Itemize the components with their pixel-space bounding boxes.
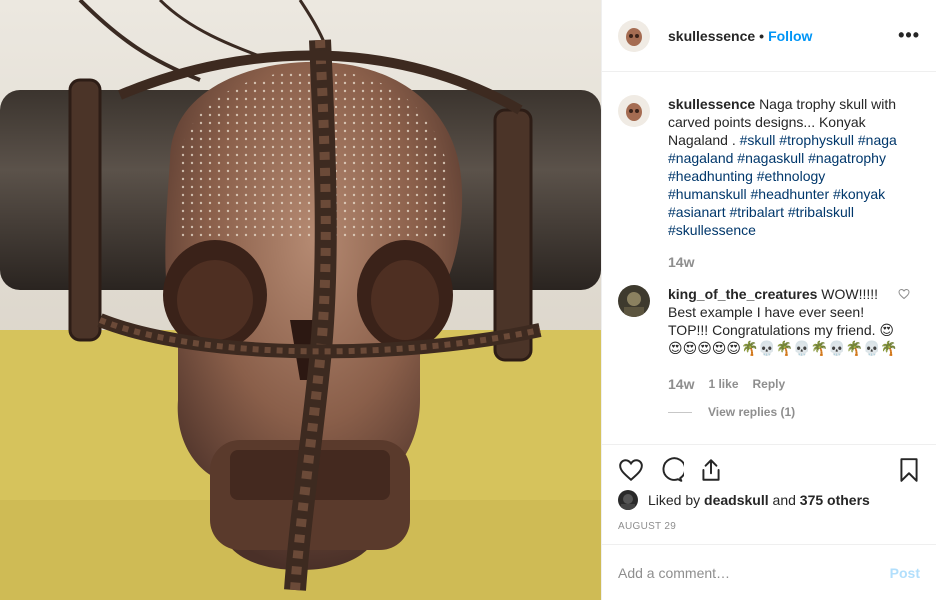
comment-meta: 14w 1 like Reply [668, 375, 904, 393]
post-date[interactable]: AUGUST 29 [618, 521, 676, 532]
skull-photo [0, 0, 601, 600]
hashtag-link[interactable]: #nagaland [668, 150, 733, 166]
liker-username[interactable]: deadskull [704, 492, 769, 508]
instagram-post: skullessence • Follow ••• skullessence N… [0, 0, 936, 600]
hashtag-link[interactable]: #trophyskull [779, 132, 854, 148]
author-avatar[interactable] [618, 19, 650, 52]
more-options-icon[interactable]: ••• [898, 25, 920, 46]
comment-likes[interactable]: 1 like [708, 375, 738, 393]
share-icon[interactable] [698, 457, 724, 483]
comment-age[interactable]: 14w [668, 375, 694, 393]
view-replies[interactable]: View replies (1) [668, 405, 920, 419]
follow-button[interactable]: Follow [768, 28, 812, 44]
likes-summary: Liked by deadskull and 375 others [618, 490, 870, 510]
caption-meta: 14w [668, 253, 904, 271]
hashtag-link[interactable]: #nagaskull [737, 150, 804, 166]
hashtag-link[interactable]: #ethnology [757, 168, 826, 184]
post-header: skullessence • Follow ••• [602, 0, 936, 72]
hashtag-link[interactable]: #humanskull [668, 186, 747, 202]
liker-avatar[interactable] [618, 490, 638, 510]
add-comment-input[interactable] [618, 564, 890, 581]
hashtag-link[interactable]: #tribalskull [788, 204, 854, 220]
hashtag-link[interactable]: #headhunting [668, 168, 753, 184]
caption-avatar[interactable] [618, 95, 650, 127]
hashtag-link[interactable]: #tribalart [729, 204, 783, 220]
replies-divider [668, 411, 692, 413]
reply-button[interactable]: Reply [753, 375, 786, 393]
likes-joiner: and [772, 492, 796, 508]
bookmark-icon[interactable] [896, 457, 922, 483]
caption-age[interactable]: 14w [668, 253, 694, 271]
hashtag-link[interactable]: #skullessence [668, 222, 756, 238]
hashtag-link[interactable]: #naga [858, 132, 897, 148]
view-replies-label[interactable]: View replies (1) [708, 405, 795, 419]
post-comment-button[interactable]: Post [890, 565, 920, 581]
post-sidebar: skullessence • Follow ••• skullessence N… [601, 0, 936, 600]
action-bar [602, 444, 936, 492]
hashtag-link[interactable]: #konyak [833, 186, 885, 202]
hashtag-link[interactable]: #skull [740, 132, 776, 148]
add-comment-bar: Post [602, 544, 936, 600]
post-photo[interactable] [0, 0, 601, 600]
likes-prefix: Liked by [648, 492, 701, 508]
heart-icon[interactable] [618, 457, 644, 483]
author-username[interactable]: skullessence [668, 28, 755, 44]
caption: skullessence Naga trophy skull with carv… [618, 95, 920, 271]
comment-username[interactable]: king_of_the_creatures [668, 286, 817, 302]
comment: king_of_the_creatures WOW!!!!! Best exam… [618, 285, 920, 393]
comments-section: skullessence Naga trophy skull with carv… [602, 73, 936, 444]
comment-icon[interactable] [658, 457, 684, 483]
comment-like-heart-icon[interactable] [898, 288, 910, 300]
hashtag-link[interactable]: #asianart [668, 204, 726, 220]
likes-others[interactable]: 375 others [800, 492, 870, 508]
caption-username[interactable]: skullessence [668, 96, 755, 112]
comment-body: king_of_the_creatures WOW!!!!! Best exam… [668, 285, 904, 393]
follow-separator: • [759, 27, 765, 44]
hashtag-link[interactable]: #headhunter [751, 186, 830, 202]
commenter-avatar[interactable] [618, 285, 650, 317]
hashtag-link[interactable]: #nagatrophy [808, 150, 886, 166]
caption-body: skullessence Naga trophy skull with carv… [668, 95, 904, 271]
